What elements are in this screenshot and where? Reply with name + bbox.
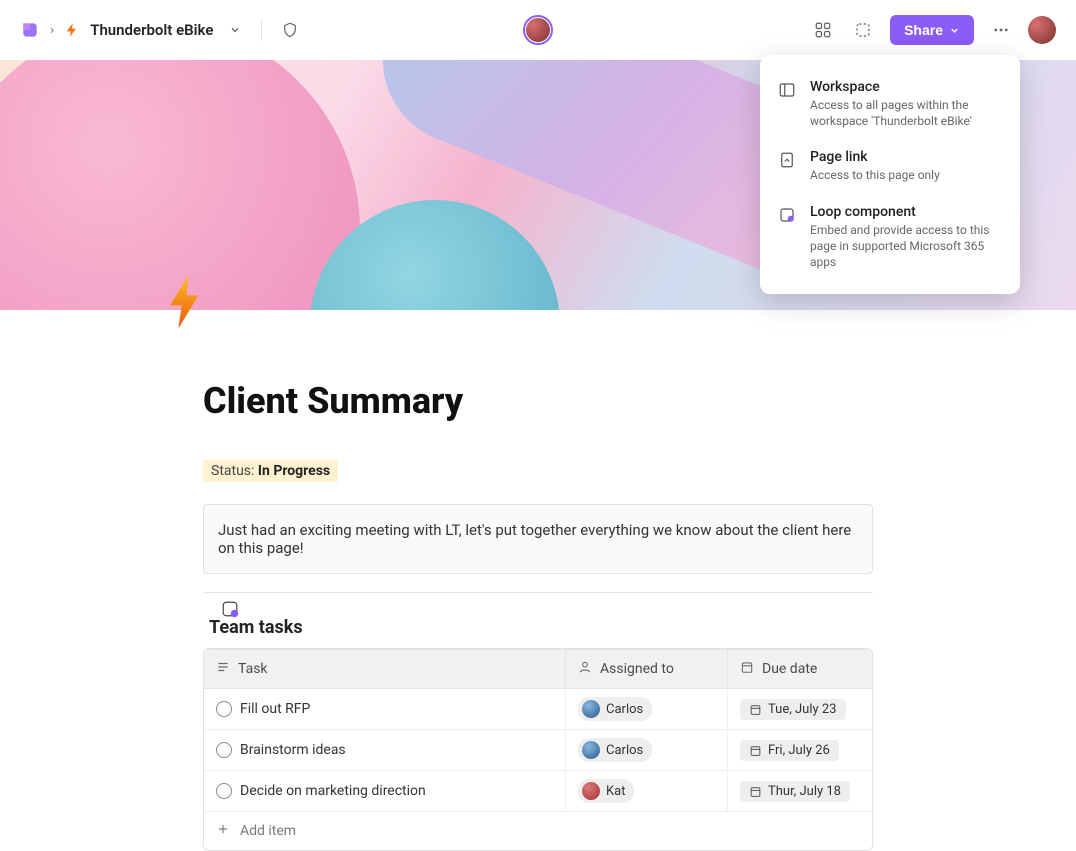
share-button-label: Share	[904, 22, 943, 38]
assignee-name: Carlos	[606, 702, 643, 717]
share-option-desc: Access to this page only	[810, 167, 940, 183]
note-callout[interactable]: Just had an exciting meeting with LT, le…	[203, 504, 873, 574]
page-title[interactable]: Client Summary	[203, 380, 873, 422]
status-label: Status:	[211, 463, 258, 479]
column-header-task[interactable]: Task	[238, 661, 268, 677]
share-option-title: Page link	[810, 149, 940, 165]
person-column-icon	[578, 660, 592, 678]
workspace-name[interactable]: Thunderbolt eBike	[90, 21, 213, 39]
top-bar: › Thunderbolt eBike Share	[0, 0, 1076, 60]
share-option-title: Loop component	[810, 204, 1002, 220]
due-date-chip[interactable]: Thur, July 18	[740, 781, 850, 802]
complete-toggle[interactable]	[216, 783, 232, 799]
tasks-table-header: Task Assigned to Due date	[204, 649, 872, 689]
tasks-title[interactable]: Team tasks	[203, 609, 873, 648]
share-option-title: Workspace	[810, 79, 1002, 95]
task-row[interactable]: Brainstorm ideas Carlos Fri, July 26	[204, 730, 872, 771]
loop-logo-icon[interactable]	[20, 20, 40, 40]
complete-toggle[interactable]	[216, 701, 232, 717]
apps-icon[interactable]	[810, 17, 836, 43]
share-option-desc: Access to all pages within the workspace…	[810, 97, 1002, 129]
component-icon[interactable]	[850, 17, 876, 43]
page-body: Client Summary Status: In Progress Just …	[203, 310, 873, 851]
due-date-text: Tue, July 23	[768, 702, 837, 717]
status-value: In Progress	[258, 463, 330, 479]
assignee-name: Carlos	[606, 743, 643, 758]
add-item-button[interactable]: Add item	[204, 812, 872, 850]
workspace-dropdown[interactable]	[223, 18, 247, 42]
assignee-chip[interactable]: Carlos	[578, 697, 652, 721]
due-date-text: Fri, July 26	[768, 743, 830, 758]
assignee-avatar-icon	[582, 741, 600, 759]
plus-icon	[216, 822, 230, 840]
due-date-chip[interactable]: Tue, July 23	[740, 699, 846, 720]
add-item-label: Add item	[240, 823, 296, 839]
column-header-due[interactable]: Due date	[762, 661, 817, 677]
task-row[interactable]: Decide on marketing direction Kat Thur, Ju…	[204, 771, 872, 812]
assignee-chip[interactable]: Carlos	[578, 738, 652, 762]
calendar-column-icon	[740, 660, 754, 678]
share-button[interactable]: Share	[890, 15, 974, 45]
share-menu: Workspace Access to all pages within the…	[760, 55, 1020, 294]
page-emoji-bolt-icon[interactable]	[165, 274, 205, 334]
text-column-icon	[216, 660, 230, 678]
complete-toggle[interactable]	[216, 742, 232, 758]
divider	[203, 592, 873, 593]
task-name[interactable]: Decide on marketing direction	[240, 783, 426, 799]
tasks-component: Team tasks Task Assigned to	[203, 609, 873, 851]
shield-icon[interactable]	[276, 16, 304, 44]
task-name[interactable]: Brainstorm ideas	[240, 742, 346, 758]
more-icon[interactable]	[988, 17, 1014, 43]
workspace-panel-icon	[778, 79, 798, 129]
column-header-assigned[interactable]: Assigned to	[600, 661, 674, 677]
task-row[interactable]: Fill out RFP Carlos Tue, July 23	[204, 689, 872, 730]
bolt-icon	[64, 22, 80, 38]
share-option-desc: Embed and provide access to this page in…	[810, 222, 1002, 271]
due-date-chip[interactable]: Fri, July 26	[740, 740, 839, 761]
breadcrumb-chevron-icon: ›	[50, 22, 54, 38]
share-option-pagelink[interactable]: Page link Access to this page only	[760, 139, 1020, 193]
share-option-workspace[interactable]: Workspace Access to all pages within the…	[760, 69, 1020, 139]
share-option-loopcomponent[interactable]: Loop component Embed and provide access …	[760, 194, 1020, 281]
assignee-chip[interactable]: Kat	[578, 779, 634, 803]
task-name[interactable]: Fill out RFP	[240, 701, 310, 717]
loop-component-badge-icon[interactable]	[221, 600, 239, 622]
due-date-text: Thur, July 18	[768, 784, 841, 799]
user-avatar[interactable]	[1028, 16, 1056, 44]
assignee-name: Kat	[606, 784, 625, 799]
page-link-icon	[778, 149, 798, 183]
loop-component-icon	[778, 204, 798, 271]
presence-avatar[interactable]	[523, 15, 553, 45]
assignee-avatar-icon	[582, 700, 600, 718]
status-badge[interactable]: Status: In Progress	[203, 460, 338, 482]
